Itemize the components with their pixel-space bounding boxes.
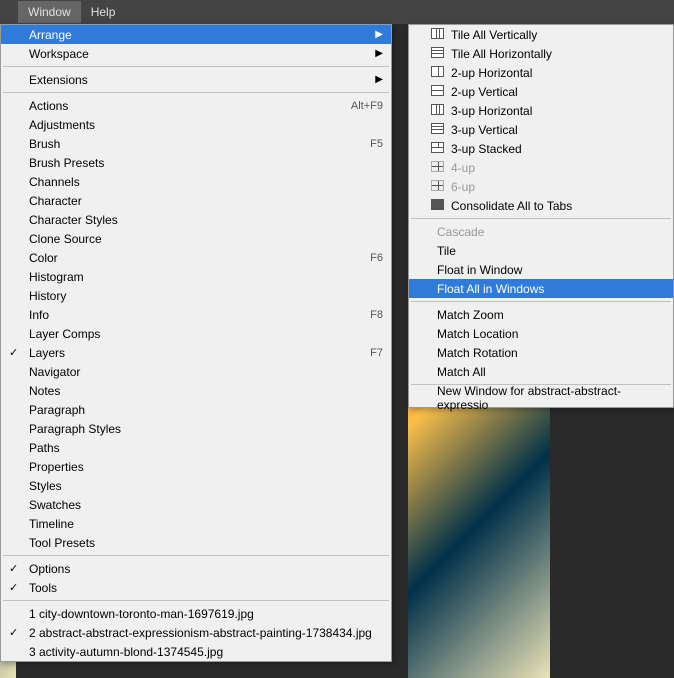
menu-item-extensions[interactable]: Extensions ▶ bbox=[1, 70, 391, 89]
menu-item-info[interactable]: InfoF8 bbox=[1, 305, 391, 324]
three-up-stacked-icon bbox=[431, 142, 445, 156]
two-up-horizontal-icon bbox=[431, 66, 445, 80]
menu-item-navigator[interactable]: Navigator bbox=[1, 362, 391, 381]
submenu-match-all[interactable]: Match All bbox=[409, 362, 673, 381]
menu-item-document-3[interactable]: 3 activity-autumn-blond-1374545.jpg bbox=[1, 642, 391, 661]
submenu-3up-horizontal[interactable]: 3-up Horizontal bbox=[409, 101, 673, 120]
separator bbox=[3, 66, 389, 67]
menu-item-adjustments[interactable]: Adjustments bbox=[1, 115, 391, 134]
submenu-new-window-for-document[interactable]: New Window for abstract-abstract-express… bbox=[409, 388, 673, 407]
menu-item-color[interactable]: ColorF6 bbox=[1, 248, 391, 267]
three-up-vertical-icon bbox=[431, 123, 445, 137]
submenu-6up: 6-up bbox=[409, 177, 673, 196]
menu-item-workspace[interactable]: Workspace ▶ bbox=[1, 44, 391, 63]
menu-item-notes[interactable]: Notes bbox=[1, 381, 391, 400]
submenu-3up-vertical[interactable]: 3-up Vertical bbox=[409, 120, 673, 139]
menu-item-options[interactable]: ✓Options bbox=[1, 559, 391, 578]
submenu-arrow-icon: ▶ bbox=[375, 48, 383, 59]
menu-item-brush[interactable]: BrushF5 bbox=[1, 134, 391, 153]
submenu-arrow-icon: ▶ bbox=[375, 29, 383, 40]
menu-item-paths[interactable]: Paths bbox=[1, 438, 391, 457]
submenu-match-location[interactable]: Match Location bbox=[409, 324, 673, 343]
menu-item-document-1[interactable]: 1 city-downtown-toronto-man-1697619.jpg bbox=[1, 604, 391, 623]
submenu-match-rotation[interactable]: Match Rotation bbox=[409, 343, 673, 362]
menu-item-swatches[interactable]: Swatches bbox=[1, 495, 391, 514]
submenu-2up-horizontal[interactable]: 2-up Horizontal bbox=[409, 63, 673, 82]
checkmark-icon: ✓ bbox=[9, 562, 18, 575]
arrange-submenu: Tile All Vertically Tile All Horizontall… bbox=[408, 24, 674, 408]
submenu-4up: 4-up bbox=[409, 158, 673, 177]
menu-help[interactable]: Help bbox=[81, 1, 126, 23]
menu-item-character[interactable]: Character bbox=[1, 191, 391, 210]
menu-item-histogram[interactable]: Histogram bbox=[1, 267, 391, 286]
three-up-horizontal-icon bbox=[431, 104, 445, 118]
separator bbox=[411, 218, 671, 219]
submenu-float-all-in-windows[interactable]: Float All in Windows bbox=[409, 279, 673, 298]
submenu-arrow-icon: ▶ bbox=[375, 74, 383, 85]
submenu-tile-all-horizontally[interactable]: Tile All Horizontally bbox=[409, 44, 673, 63]
submenu-tile-all-vertically[interactable]: Tile All Vertically bbox=[409, 25, 673, 44]
checkmark-icon: ✓ bbox=[9, 626, 18, 639]
submenu-consolidate-tabs[interactable]: Consolidate All to Tabs bbox=[409, 196, 673, 215]
separator bbox=[3, 600, 389, 601]
menu-item-paragraph[interactable]: Paragraph bbox=[1, 400, 391, 419]
submenu-2up-vertical[interactable]: 2-up Vertical bbox=[409, 82, 673, 101]
submenu-match-zoom[interactable]: Match Zoom bbox=[409, 305, 673, 324]
consolidate-icon bbox=[431, 199, 445, 213]
menu-item-document-2[interactable]: ✓2 abstract-abstract-expressionism-abstr… bbox=[1, 623, 391, 642]
six-up-icon bbox=[431, 180, 445, 194]
menu-item-clone-source[interactable]: Clone Source bbox=[1, 229, 391, 248]
menu-item-actions[interactable]: ActionsAlt+F9 bbox=[1, 96, 391, 115]
four-up-icon bbox=[431, 161, 445, 175]
menu-item-layer-comps[interactable]: Layer Comps bbox=[1, 324, 391, 343]
tile-horizontal-icon bbox=[431, 47, 445, 61]
menu-item-tool-presets[interactable]: Tool Presets bbox=[1, 533, 391, 552]
checkmark-icon: ✓ bbox=[9, 346, 18, 359]
separator bbox=[411, 301, 671, 302]
menu-item-arrange[interactable]: Arrange ▶ bbox=[1, 25, 391, 44]
separator bbox=[3, 92, 389, 93]
two-up-vertical-icon bbox=[431, 85, 445, 99]
menu-item-timeline[interactable]: Timeline bbox=[1, 514, 391, 533]
menu-item-history[interactable]: History bbox=[1, 286, 391, 305]
menu-item-styles[interactable]: Styles bbox=[1, 476, 391, 495]
tile-vertical-icon bbox=[431, 28, 445, 42]
submenu-3up-stacked[interactable]: 3-up Stacked bbox=[409, 139, 673, 158]
separator bbox=[3, 555, 389, 556]
menu-item-brush-presets[interactable]: Brush Presets bbox=[1, 153, 391, 172]
submenu-cascade: Cascade bbox=[409, 222, 673, 241]
window-menu-dropdown: Arrange ▶ Workspace ▶ Extensions ▶ Actio… bbox=[0, 24, 392, 662]
menu-item-channels[interactable]: Channels bbox=[1, 172, 391, 191]
menubar: Window Help bbox=[0, 0, 674, 24]
menu-item-properties[interactable]: Properties bbox=[1, 457, 391, 476]
menu-item-layers[interactable]: ✓LayersF7 bbox=[1, 343, 391, 362]
menu-window[interactable]: Window bbox=[18, 1, 81, 23]
submenu-float-in-window[interactable]: Float in Window bbox=[409, 260, 673, 279]
checkmark-icon: ✓ bbox=[9, 581, 18, 594]
menu-item-tools[interactable]: ✓Tools bbox=[1, 578, 391, 597]
submenu-tile[interactable]: Tile bbox=[409, 241, 673, 260]
menu-item-character-styles[interactable]: Character Styles bbox=[1, 210, 391, 229]
menu-item-paragraph-styles[interactable]: Paragraph Styles bbox=[1, 419, 391, 438]
